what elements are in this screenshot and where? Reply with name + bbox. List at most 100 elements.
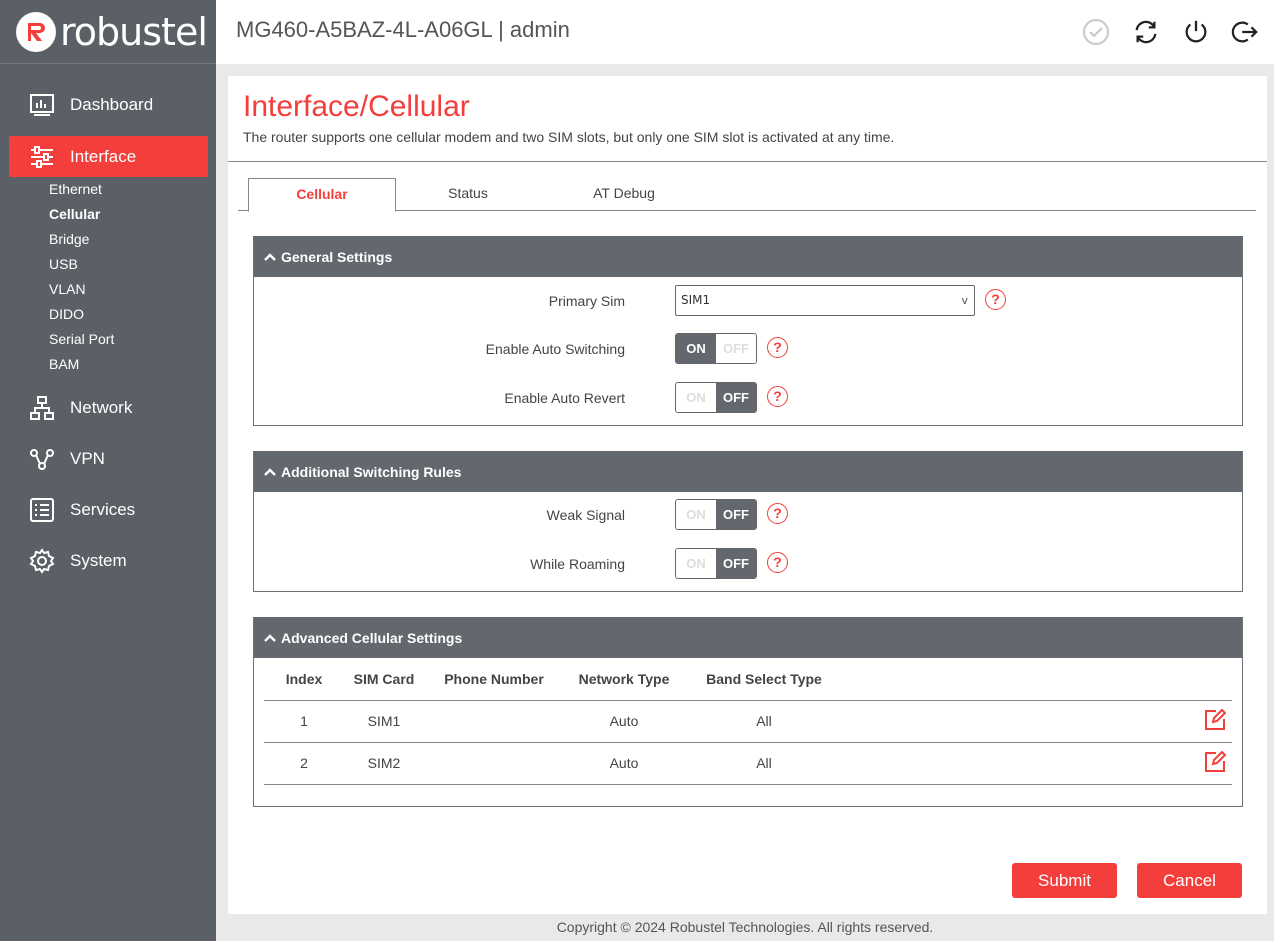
brand-name: robustel (60, 9, 208, 54)
help-icon[interactable]: ? (767, 386, 788, 407)
subnav-cellular[interactable]: Cellular (49, 202, 114, 227)
sidebar-item-label: Network (70, 397, 133, 417)
top-header: MG460-A5BAZ-4L-A06GL | admin (216, 0, 1274, 64)
toggle-on: ON (676, 383, 716, 412)
col-index: Index (264, 658, 344, 701)
sim-table: Index SIM Card Phone Number Network Type… (264, 658, 1232, 785)
cell-actions (844, 742, 1232, 785)
advanced-cellular-section: Advanced Cellular Settings Index SIM Car… (253, 617, 1243, 807)
device-title: MG460-A5BAZ-4L-A06GL | admin (236, 17, 570, 42)
section-header[interactable]: Additional Switching Rules (254, 451, 1242, 492)
table-row: 2 SIM2 Auto All (264, 742, 1232, 785)
cell-phone (424, 742, 564, 785)
vpn-icon (29, 446, 55, 472)
check-circle-icon[interactable] (1082, 18, 1110, 46)
interface-submenu: Ethernet Cellular Bridge USB VLAN DIDO S… (49, 177, 114, 377)
sidebar-item-interface[interactable]: Interface (9, 136, 208, 177)
sidebar-item-label: Services (70, 499, 136, 519)
toggle-off: OFF (716, 334, 756, 363)
section-header[interactable]: Advanced Cellular Settings (254, 617, 1242, 658)
section-title: Additional Switching Rules (281, 463, 462, 480)
cell-phone (424, 700, 564, 743)
power-icon[interactable] (1182, 18, 1210, 46)
edit-icon[interactable] (1204, 750, 1227, 776)
toggle-on: ON (676, 500, 716, 529)
divider (228, 161, 1267, 162)
switching-rules-section: Additional Switching Rules Weak Signal O… (253, 451, 1243, 592)
tab-status[interactable]: Status (403, 178, 533, 211)
col-network-type: Network Type (564, 658, 684, 701)
section-title: General Settings (281, 248, 393, 265)
toggle-off: OFF (716, 549, 756, 578)
cell-index: 2 (264, 742, 344, 785)
help-icon[interactable]: ? (767, 552, 788, 573)
subnav-bam[interactable]: BAM (49, 352, 114, 377)
field-label: Primary Sim (548, 293, 625, 309)
refresh-icon[interactable] (1132, 18, 1160, 46)
section-title: Advanced Cellular Settings (281, 629, 463, 646)
chevron-down-icon: v (961, 294, 968, 307)
sidebar-item-services[interactable]: Services (9, 489, 208, 530)
sidebar-item-label: System (70, 550, 127, 570)
toggle-on: ON (676, 334, 716, 363)
help-icon[interactable]: ? (767, 337, 788, 358)
page-title: Interface/Cellular (243, 90, 470, 123)
subnav-dido[interactable]: DIDO (49, 302, 114, 327)
field-label: Enable Auto Revert (504, 390, 625, 406)
subnav-vlan[interactable]: VLAN (49, 277, 114, 302)
auto-switching-toggle[interactable]: ON OFF (675, 333, 757, 364)
subnav-serial-port[interactable]: Serial Port (49, 327, 114, 352)
auto-switching-row: Enable Auto Switching ON OFF ? (254, 333, 1242, 365)
table-header-row: Index SIM Card Phone Number Network Type… (264, 658, 1232, 701)
sidebar: robustel Dashboard Interface Ethernet Ce… (0, 0, 216, 941)
toggle-on: ON (676, 549, 716, 578)
toggle-off: OFF (716, 383, 756, 412)
field-label: While Roaming (530, 556, 625, 572)
sidebar-item-label: VPN (70, 448, 105, 468)
cell-index: 1 (264, 700, 344, 743)
section-header[interactable]: General Settings (254, 236, 1242, 277)
roaming-row: While Roaming ON OFF ? (254, 548, 1242, 580)
sidebar-item-vpn[interactable]: VPN (9, 438, 208, 479)
sidebar-item-system[interactable]: System (9, 540, 208, 581)
auto-revert-toggle[interactable]: ON OFF (675, 382, 757, 413)
logo: robustel (0, 0, 216, 64)
subnav-bridge[interactable]: Bridge (49, 227, 114, 252)
cell-sim: SIM1 (344, 700, 424, 743)
submit-button[interactable]: Submit (1012, 863, 1117, 898)
main-panel: Interface/Cellular The router supports o… (228, 76, 1267, 914)
help-icon[interactable]: ? (985, 289, 1006, 310)
subnav-usb[interactable]: USB (49, 252, 114, 277)
sidebar-item-label: Interface (70, 146, 137, 166)
sidebar-item-network[interactable]: Network (9, 387, 208, 428)
weak-signal-toggle[interactable]: ON OFF (675, 499, 757, 530)
help-icon[interactable]: ? (767, 503, 788, 524)
cell-network: Auto (564, 700, 684, 743)
toggle-off: OFF (716, 500, 756, 529)
table-row: 1 SIM1 Auto All (264, 700, 1232, 743)
cancel-button[interactable]: Cancel (1137, 863, 1242, 898)
tab-at-debug[interactable]: AT Debug (558, 178, 690, 211)
sidebar-item-dashboard[interactable]: Dashboard (9, 84, 208, 125)
roaming-toggle[interactable]: ON OFF (675, 548, 757, 579)
sliders-icon (29, 144, 55, 170)
chevron-up-icon (264, 633, 276, 643)
table-wrap: Index SIM Card Phone Number Network Type… (254, 658, 1242, 798)
cell-band: All (684, 700, 844, 743)
select-value: SIM1 (681, 293, 711, 307)
col-sim-card: SIM Card (344, 658, 424, 701)
subnav-ethernet[interactable]: Ethernet (49, 177, 114, 202)
robustel-logo-icon (16, 11, 56, 52)
primary-sim-select[interactable]: SIM1 v (675, 285, 975, 316)
col-phone-number: Phone Number (424, 658, 564, 701)
tab-cellular[interactable]: Cellular (248, 178, 396, 212)
gear-icon (29, 547, 55, 574)
chevron-up-icon (264, 467, 276, 477)
page-description: The router supports one cellular modem a… (243, 129, 895, 145)
primary-sim-row: Primary Sim SIM1 v ? (254, 285, 1242, 317)
network-icon (29, 395, 55, 421)
cell-sim: SIM2 (344, 742, 424, 785)
col-band-select-type: Band Select Type (684, 658, 844, 701)
edit-icon[interactable] (1204, 708, 1227, 734)
logout-icon[interactable] (1231, 18, 1259, 46)
